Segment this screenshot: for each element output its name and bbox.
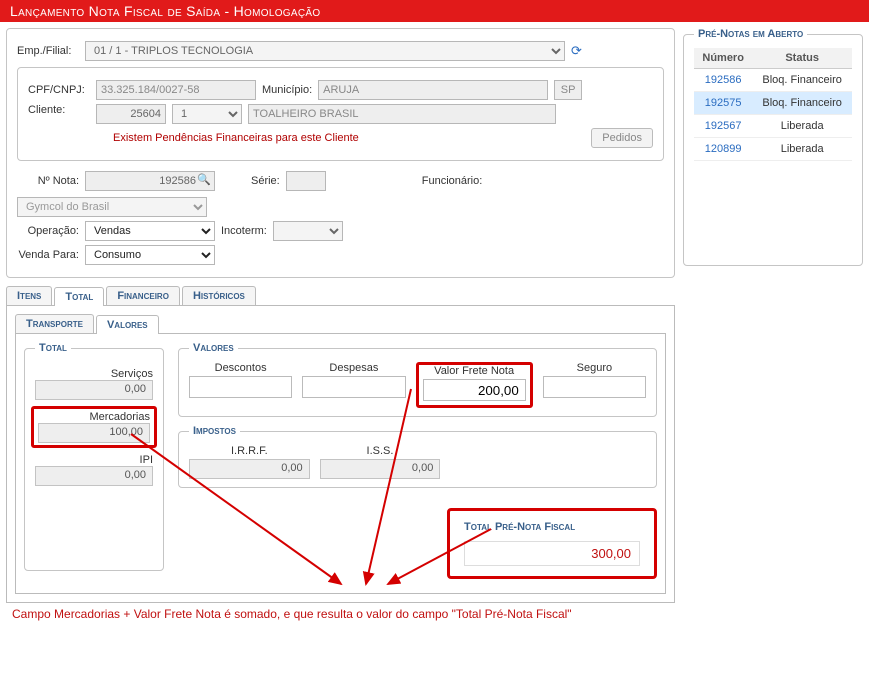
- iss-header: I.S.S.: [320, 445, 441, 457]
- frete-header: Valor Frete Nota: [423, 365, 526, 377]
- descontos-header: Descontos: [189, 362, 292, 374]
- venda-para-select[interactable]: Consumo: [85, 245, 215, 265]
- pre-nota-numero[interactable]: 192567: [694, 115, 752, 138]
- serie-input[interactable]: [286, 171, 326, 191]
- pre-notas-table: Número Status 192586Bloq. Financeiro1925…: [694, 48, 852, 161]
- pre-nota-numero[interactable]: 192575: [694, 92, 752, 115]
- pendencia-warning: Existem Pendências Financeiras para este…: [113, 132, 359, 144]
- pre-notas-fieldset: Pré-Notas em Aberto Número Status 192586…: [683, 28, 863, 266]
- despesas-input[interactable]: [302, 376, 405, 398]
- table-row[interactable]: 192586Bloq. Financeiro: [694, 69, 852, 92]
- tab-historicos[interactable]: Históricos: [182, 286, 256, 305]
- impostos-fieldset: Impostos I.R.R.F. 0,00 I.S.S. 0,00: [178, 425, 657, 488]
- cliente-fieldset: CPF/CNPJ: Município: Cliente: 1 Existem …: [17, 67, 664, 161]
- municipio-label: Município:: [262, 84, 312, 96]
- irrf-value: 0,00: [189, 459, 310, 479]
- cliente-name-input[interactable]: [248, 104, 556, 124]
- tab-transporte[interactable]: Transporte: [15, 314, 94, 333]
- tab-valores[interactable]: Valores: [96, 315, 159, 334]
- emp-label: Emp./Filial:: [17, 45, 79, 57]
- refresh-icon[interactable]: ⟳: [571, 43, 582, 59]
- valores-legend: Valores: [189, 342, 238, 354]
- pedidos-button[interactable]: Pedidos: [591, 128, 653, 148]
- explanation-note: Campo Mercadorias + Valor Frete Nota é s…: [6, 603, 675, 631]
- nota-num-input[interactable]: [85, 171, 215, 191]
- search-icon[interactable]: 🔍: [197, 173, 211, 186]
- venda-para-label: Venda Para:: [17, 249, 79, 261]
- total-pre-nota-value: 300,00: [464, 541, 640, 566]
- serie-label: Série:: [251, 175, 280, 187]
- frete-input[interactable]: [423, 379, 526, 401]
- pre-nota-status: Bloq. Financeiro: [752, 92, 852, 115]
- incoterm-label: Incoterm:: [221, 225, 267, 237]
- pre-nota-status: Liberada: [752, 115, 852, 138]
- pre-nota-status: Bloq. Financeiro: [752, 69, 852, 92]
- table-row[interactable]: 120899Liberada: [694, 138, 852, 161]
- col-numero: Número: [694, 48, 752, 69]
- pre-nota-numero[interactable]: 120899: [694, 138, 752, 161]
- pre-nota-status: Liberada: [752, 138, 852, 161]
- ipi-label: IPI: [35, 454, 153, 466]
- cliente-code-input[interactable]: [96, 104, 166, 124]
- frete-highlight: Valor Frete Nota: [416, 362, 533, 408]
- impostos-legend: Impostos: [189, 425, 240, 437]
- page-title: Lançamento Nota Fiscal de Saída - Homolo…: [0, 0, 869, 22]
- funcionario-select[interactable]: Gymcol do Brasil: [17, 197, 207, 217]
- mercadorias-value: 100,00: [38, 423, 150, 443]
- tab-total[interactable]: Total: [54, 287, 104, 306]
- incoterm-select[interactable]: [273, 221, 343, 241]
- operacao-label: Operação:: [17, 225, 79, 237]
- total-pre-nota-title: Total Pré-Nota Fiscal: [464, 521, 640, 533]
- tab-financeiro[interactable]: Financeiro: [106, 286, 180, 305]
- main-tabs: Itens Total Financeiro Históricos: [6, 286, 675, 306]
- tab-itens[interactable]: Itens: [6, 286, 52, 305]
- cliente-seq-select[interactable]: 1: [172, 104, 242, 124]
- descontos-input[interactable]: [189, 376, 292, 398]
- table-row[interactable]: 192567Liberada: [694, 115, 852, 138]
- irrf-header: I.R.R.F.: [189, 445, 310, 457]
- cliente-label: Cliente:: [28, 104, 90, 116]
- pre-notas-legend: Pré-Notas em Aberto: [694, 28, 807, 40]
- servicos-value: 0,00: [35, 380, 153, 400]
- nota-num-label: Nº Nota:: [17, 175, 79, 187]
- seguro-input[interactable]: [543, 376, 646, 398]
- municipio-input[interactable]: [318, 80, 548, 100]
- total-fieldset: Total Serviços 0,00 Mercadorias 100,00 I…: [24, 342, 164, 571]
- cpf-input[interactable]: [96, 80, 256, 100]
- operacao-select[interactable]: Vendas: [85, 221, 215, 241]
- mercadorias-highlight: Mercadorias 100,00: [31, 406, 157, 448]
- funcionario-label: Funcionário:: [422, 175, 483, 187]
- total-pre-nota-box: Total Pré-Nota Fiscal 300,00: [447, 508, 657, 579]
- mercadorias-label: Mercadorias: [38, 411, 150, 423]
- pre-nota-numero[interactable]: 192586: [694, 69, 752, 92]
- valores-fieldset: Valores Descontos Despesas: [178, 342, 657, 417]
- col-status: Status: [752, 48, 852, 69]
- ipi-value: 0,00: [35, 466, 153, 486]
- empresa-fieldset: Emp./Filial: 01 / 1 - TRIPLOS TECNOLOGIA…: [6, 28, 675, 278]
- iss-value: 0,00: [320, 459, 441, 479]
- servicos-label: Serviços: [35, 368, 153, 380]
- emp-select[interactable]: 01 / 1 - TRIPLOS TECNOLOGIA: [85, 41, 565, 61]
- sub-tabs: Transporte Valores: [15, 314, 666, 334]
- cpf-label: CPF/CNPJ:: [28, 84, 90, 96]
- total-legend: Total: [35, 342, 71, 354]
- despesas-header: Despesas: [302, 362, 405, 374]
- seguro-header: Seguro: [543, 362, 646, 374]
- table-row[interactable]: 192575Bloq. Financeiro: [694, 92, 852, 115]
- uf-input[interactable]: [554, 80, 582, 100]
